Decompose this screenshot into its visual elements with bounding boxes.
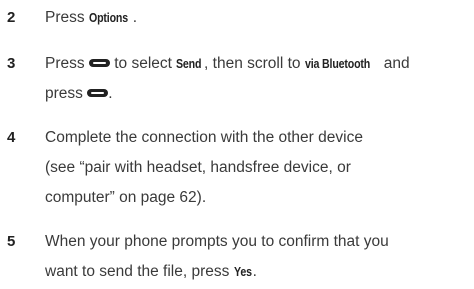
step-text: Complete the connection with the other d…	[45, 123, 470, 213]
text-run: Press	[45, 9, 89, 26]
text-line: computer” on page 62).	[45, 189, 207, 206]
text-run: to select	[109, 55, 177, 72]
options-label: Options	[88, 11, 128, 25]
text-run: , then scroll to	[204, 55, 305, 72]
center-select-key-icon	[88, 58, 110, 67]
via-bluetooth-label: via Bluetooth	[304, 57, 370, 71]
step-2: 2 Press Options.	[0, 6, 474, 30]
text-run: press	[45, 85, 88, 102]
step-text: When your phone prompts you to confirm t…	[45, 227, 470, 287]
step-number: 5	[7, 233, 16, 250]
text-run: .	[252, 263, 257, 280]
text-run: .	[108, 85, 113, 102]
text-line: When your phone prompts you to confirm t…	[45, 233, 389, 250]
step-4: 4 Complete the connection with the other…	[0, 126, 474, 212]
text-run: and	[379, 55, 410, 72]
text-run: want to send the file, press	[45, 263, 234, 280]
step-number: 3	[7, 55, 16, 72]
step-text: Press Options.	[45, 3, 470, 33]
text-run: .	[132, 9, 138, 26]
send-label: Send	[176, 57, 202, 71]
yes-label: Yes	[233, 265, 252, 279]
step-5: 5 When your phone prompts you to confirm…	[0, 230, 474, 286]
step-text: Press to select Send, then scroll to via…	[45, 49, 470, 109]
text-run: Press	[45, 55, 89, 72]
step-3: 3 Press to select Send, then scroll to v…	[0, 52, 474, 108]
text-line: (see “pair with headset, handsfree devic…	[45, 159, 351, 176]
center-select-key-icon	[87, 88, 109, 97]
step-number: 4	[7, 129, 16, 146]
text-line: Complete the connection with the other d…	[45, 129, 363, 146]
step-number: 2	[7, 9, 16, 26]
